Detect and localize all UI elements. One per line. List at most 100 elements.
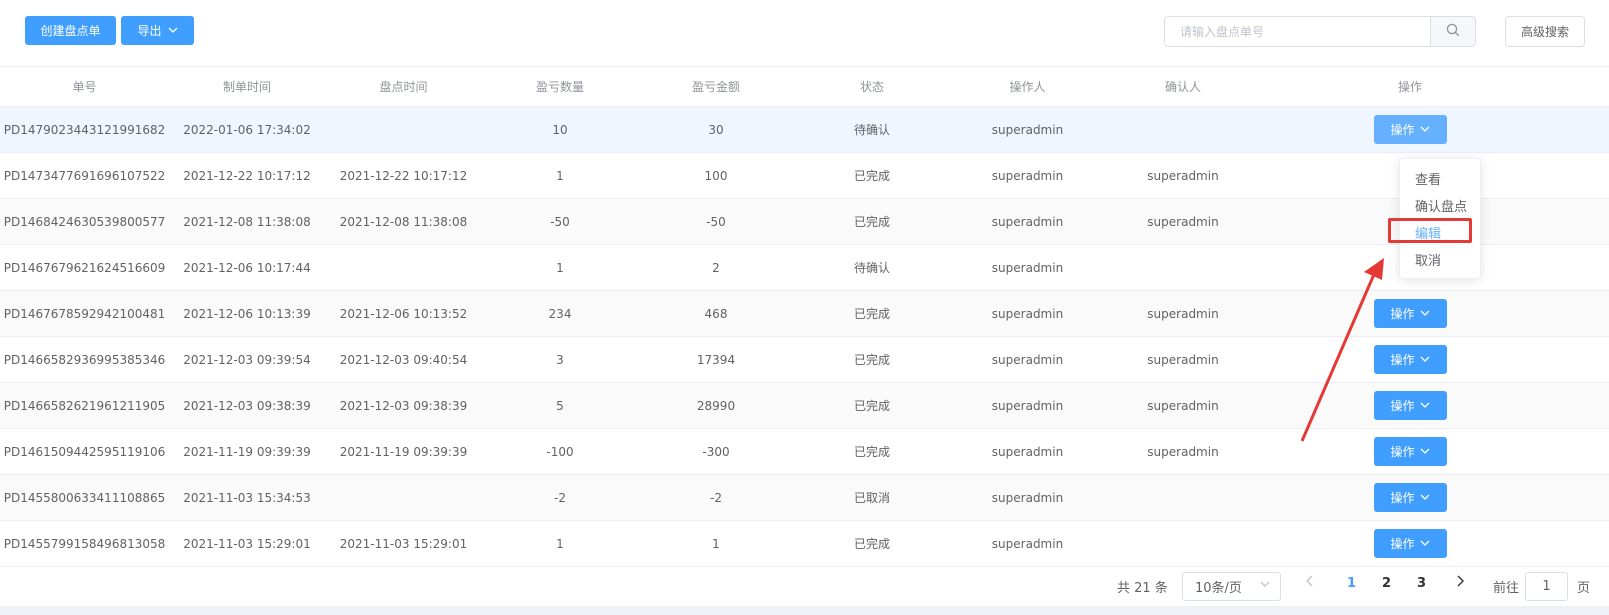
cell-id: PD1455799158496813058 bbox=[3, 536, 166, 551]
cell-status: 已取消 bbox=[853, 491, 890, 505]
cell-amount: -2 bbox=[710, 490, 722, 505]
cell-counted bbox=[325, 107, 482, 152]
chevron-down-icon bbox=[1420, 401, 1430, 411]
export-button[interactable]: 导出 bbox=[121, 16, 194, 45]
row-action-label: 操作 bbox=[1390, 353, 1415, 367]
chevron-down-icon bbox=[1420, 447, 1430, 457]
cell-amount: -300 bbox=[702, 444, 730, 459]
chevron-down-icon bbox=[1260, 580, 1270, 590]
cell-id: PD1467678592942100481 bbox=[3, 306, 166, 321]
highlight-box bbox=[1388, 218, 1472, 243]
row-action-button[interactable]: 操作 bbox=[1373, 115, 1447, 144]
cell-qty: -50 bbox=[550, 214, 570, 229]
table-row: PD1467679621624516609 2021-12-06 10:17:4… bbox=[0, 245, 1609, 291]
cell-counted bbox=[325, 475, 482, 520]
row-action-button[interactable]: 操作 bbox=[1373, 437, 1447, 466]
cell-action: 操作 bbox=[1261, 429, 1559, 474]
cell-action: 操作 bbox=[1261, 475, 1559, 520]
cell-status: 已完成 bbox=[853, 215, 890, 229]
search-icon bbox=[1446, 23, 1460, 40]
cell-status: 待确认 bbox=[853, 261, 890, 275]
cell-operator: superadmin bbox=[991, 444, 1064, 459]
cell-qty: 1 bbox=[556, 260, 564, 275]
cell-amount: -50 bbox=[706, 214, 726, 229]
row-action-label: 操作 bbox=[1390, 445, 1415, 459]
cell-status: 已完成 bbox=[853, 307, 890, 321]
cell-id: PD1466582621961211905 bbox=[3, 398, 166, 413]
cell-amount: 1 bbox=[712, 536, 720, 551]
cell-amount: 30 bbox=[708, 122, 724, 137]
table-row: PD1467678592942100481 2021-12-06 10:13:3… bbox=[0, 291, 1609, 337]
cell-operator: superadmin bbox=[991, 352, 1064, 367]
menu-item-cancel[interactable]: 取消 bbox=[1400, 248, 1480, 275]
cell-confirmer: superadmin bbox=[1147, 168, 1219, 183]
cell-operator: superadmin bbox=[991, 490, 1064, 505]
column-header-qty: 盈亏数量 bbox=[535, 80, 584, 94]
chevron-right-icon[interactable] bbox=[1456, 575, 1464, 591]
cell-status: 已完成 bbox=[853, 445, 890, 459]
cell-created: 2021-11-03 15:29:01 bbox=[183, 536, 311, 551]
table-row: PD1468424630539800577 2021-12-08 11:38:0… bbox=[0, 199, 1609, 245]
cell-created: 2021-11-19 09:39:39 bbox=[183, 444, 311, 459]
cell-created: 2022-01-06 17:34:02 bbox=[183, 122, 311, 137]
export-label: 导出 bbox=[137, 24, 162, 38]
cell-confirmer: superadmin bbox=[1147, 444, 1219, 459]
page-1[interactable]: 1 bbox=[1347, 576, 1356, 591]
cell-created: 2021-11-03 15:34:53 bbox=[183, 490, 311, 505]
search-button[interactable] bbox=[1430, 17, 1475, 46]
row-action-label: 操作 bbox=[1390, 537, 1415, 551]
cell-amount: 468 bbox=[704, 306, 728, 321]
menu-item-confirm-stocktake[interactable]: 确认盘点 bbox=[1400, 194, 1480, 221]
cell-id: PD1473477691696107522 bbox=[3, 168, 166, 183]
cell-operator: superadmin bbox=[991, 260, 1064, 275]
page-2[interactable]: 2 bbox=[1382, 576, 1391, 591]
chevron-down-icon bbox=[168, 26, 178, 36]
goto-page-input[interactable] bbox=[1525, 572, 1568, 601]
cell-counted: 2021-12-03 09:38:39 bbox=[339, 398, 468, 413]
page-size-select[interactable]: 10条/页 bbox=[1182, 572, 1281, 601]
chevron-left-icon[interactable] bbox=[1306, 575, 1314, 591]
row-action-button[interactable]: 操作 bbox=[1373, 483, 1447, 512]
cell-counted: 2021-12-08 11:38:08 bbox=[339, 214, 468, 229]
cell-status: 已完成 bbox=[853, 537, 890, 551]
page-3[interactable]: 3 bbox=[1417, 576, 1426, 591]
column-header-confirmer: 确认人 bbox=[1164, 80, 1201, 94]
page-size-value: 10条/页 bbox=[1195, 581, 1242, 596]
column-header-action: 操作 bbox=[1397, 80, 1422, 94]
goto-suffix: 页 bbox=[1577, 581, 1591, 596]
table-header: 单号 制单时间 盘点时间 盈亏数量 盈亏金额 状态 操作人 确认人 操作 bbox=[0, 66, 1609, 107]
cell-operator: superadmin bbox=[991, 214, 1064, 229]
cell-qty: 1 bbox=[556, 168, 564, 183]
table-row: PD1461509442595119106 2021-11-19 09:39:3… bbox=[0, 429, 1609, 475]
cell-counted: 2021-12-03 09:40:54 bbox=[339, 352, 468, 367]
cell-status: 已完成 bbox=[853, 169, 890, 183]
advanced-search-button[interactable]: 高级搜索 bbox=[1505, 16, 1585, 47]
cell-id: PD1466582936995385346 bbox=[3, 352, 166, 367]
cell-qty: 3 bbox=[556, 352, 564, 367]
row-action-button[interactable]: 操作 bbox=[1373, 391, 1447, 420]
total-count: 共 21 条 bbox=[1117, 581, 1168, 596]
cell-confirmer: superadmin bbox=[1147, 306, 1219, 321]
cell-id: PD1467679621624516609 bbox=[3, 260, 166, 275]
create-stocktake-button[interactable]: 创建盘点单 bbox=[25, 16, 116, 45]
chevron-down-icon bbox=[1420, 125, 1430, 135]
cell-id: PD1468424630539800577 bbox=[3, 214, 166, 229]
cell-created: 2021-12-22 10:17:12 bbox=[183, 168, 311, 183]
cell-confirmer bbox=[1105, 521, 1261, 566]
row-action-button[interactable]: 操作 bbox=[1373, 529, 1447, 558]
toolbar: 创建盘点单 导出 高级搜索 bbox=[0, 0, 1609, 66]
search-input[interactable] bbox=[1165, 17, 1430, 46]
row-action-label: 操作 bbox=[1390, 399, 1415, 413]
cell-confirmer: superadmin bbox=[1147, 214, 1219, 229]
cell-operator: superadmin bbox=[991, 306, 1064, 321]
cell-amount: 2 bbox=[712, 260, 720, 275]
menu-item-view[interactable]: 查看 bbox=[1400, 167, 1480, 194]
cell-qty: 5 bbox=[556, 398, 564, 413]
cell-counted: 2021-12-22 10:17:12 bbox=[339, 168, 468, 183]
row-action-button[interactable]: 操作 bbox=[1373, 345, 1447, 374]
row-action-button[interactable]: 操作 bbox=[1373, 299, 1447, 328]
column-header-created: 制单时间 bbox=[222, 80, 271, 94]
cell-created: 2021-12-08 11:38:08 bbox=[183, 214, 311, 229]
cell-status: 已完成 bbox=[853, 399, 890, 413]
cell-confirmer bbox=[1105, 107, 1261, 152]
